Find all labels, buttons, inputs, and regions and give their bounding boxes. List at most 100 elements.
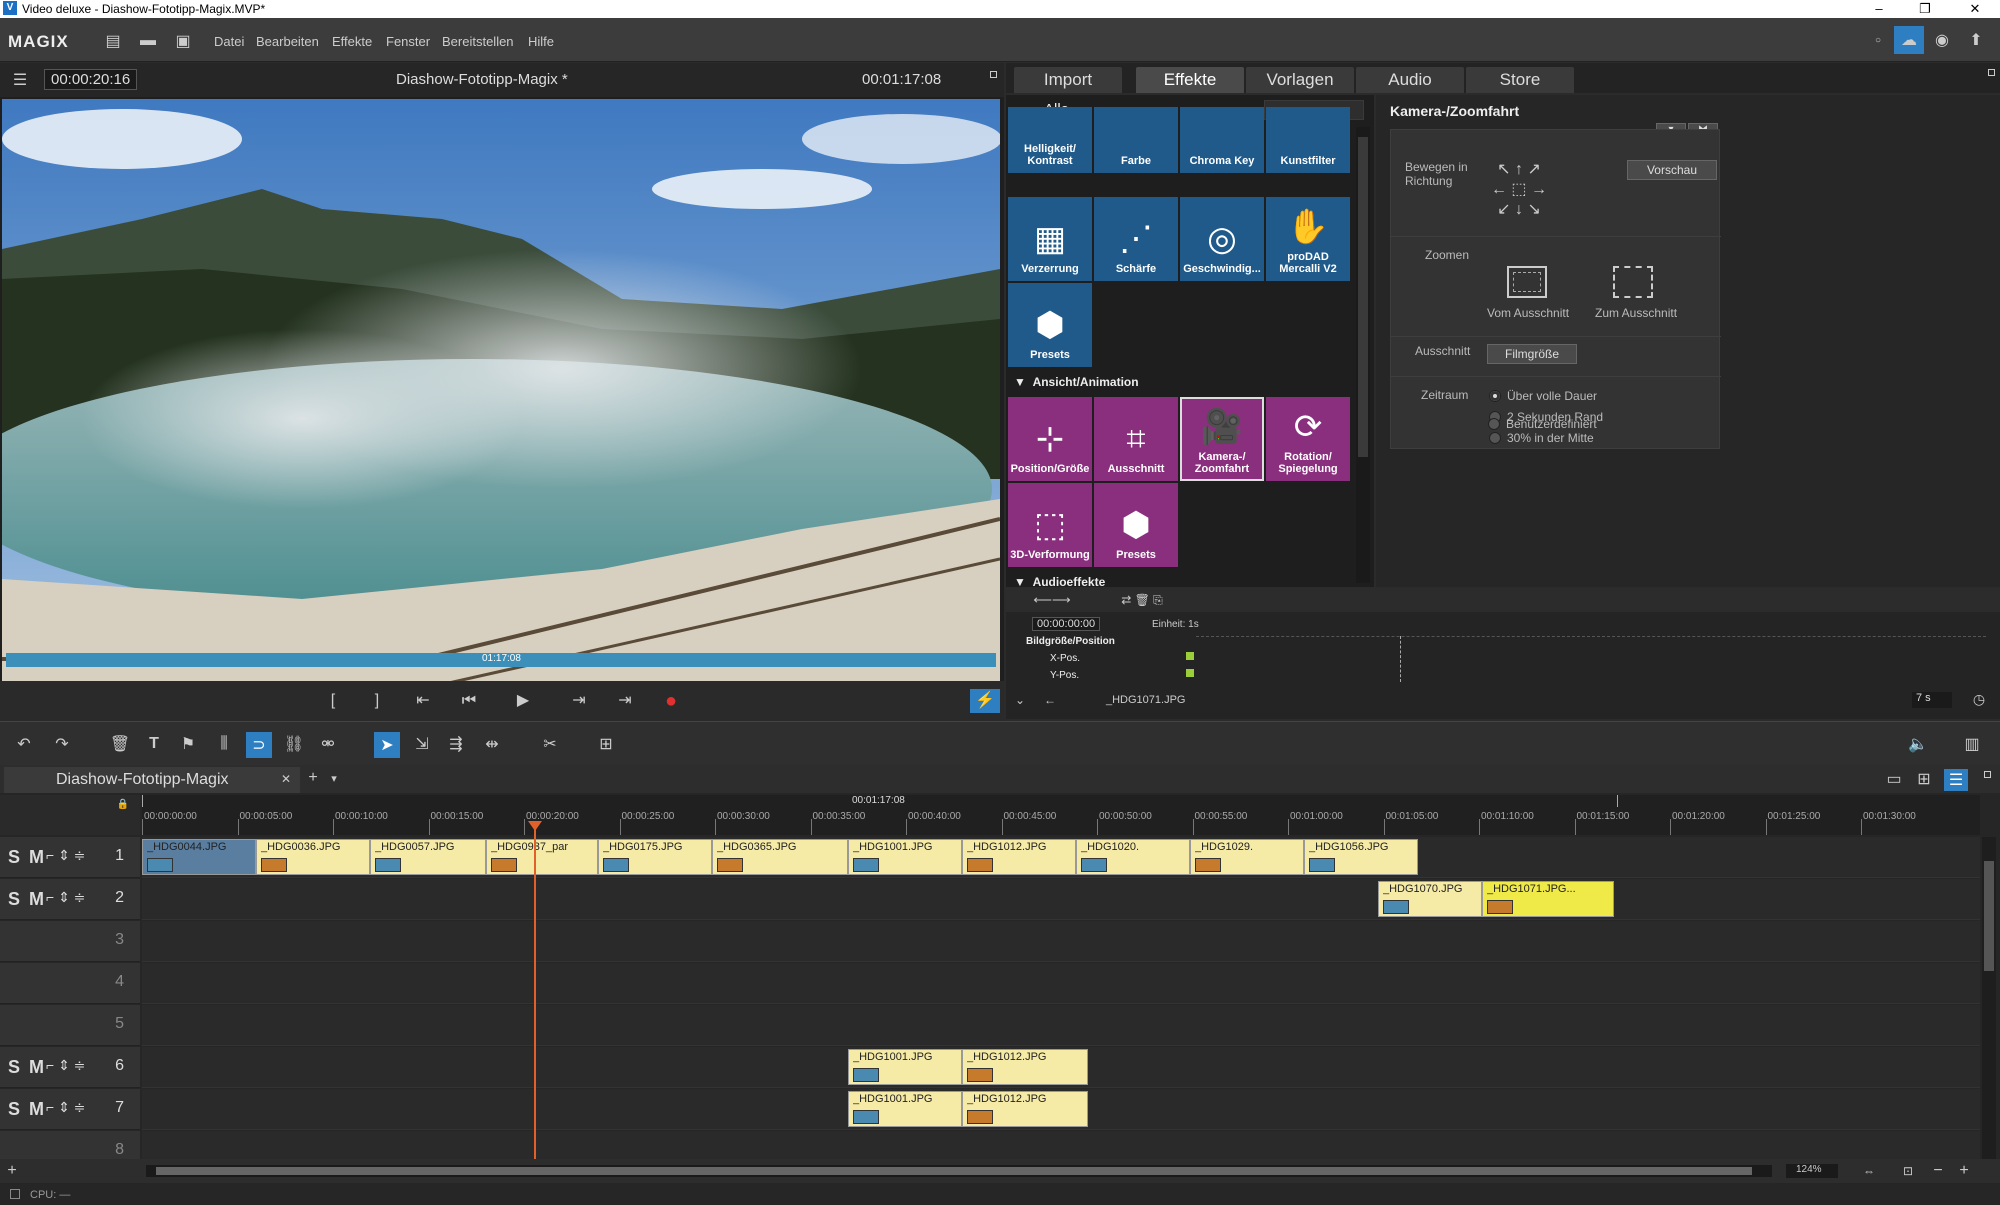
marker-flag-icon[interactable]: ⚑ — [176, 732, 200, 756]
track-header-7[interactable]: S M ⌐ ⇕ ≑ 7 — [0, 1089, 140, 1130]
param-bildgroesse[interactable]: Bildgröße/Position — [1026, 636, 1115, 647]
track-options-icon[interactable]: ⌐ ⇕ ≑ — [46, 1099, 85, 1116]
undo-icon[interactable]: ↶ — [12, 732, 36, 756]
solo-mute-controls[interactable]: S M — [8, 1099, 46, 1120]
playhead-handle[interactable] — [528, 821, 542, 831]
track-header-4[interactable]: 4 — [0, 963, 140, 1004]
close-button[interactable]: ✕ — [1952, 0, 1998, 18]
preview-scrub-bar[interactable]: 01:17:08 — [6, 653, 996, 667]
timeline-clip[interactable]: _HDG1056.JPG — [1304, 839, 1418, 875]
restore-button[interactable]: ❐ — [1902, 0, 1948, 18]
vertical-scrollbar[interactable] — [1982, 837, 1996, 1173]
section-ansicht-animation[interactable]: ▼ Ansicht/Animation — [1014, 375, 1139, 389]
menu-bearbeiten[interactable]: Bearbeiten — [256, 34, 319, 49]
menu-fenster[interactable]: Fenster — [386, 34, 430, 49]
filmgroesse-button[interactable]: Filmgröße — [1487, 344, 1577, 364]
zoom-range-icon[interactable]: ⊡ — [1898, 1163, 1918, 1179]
lightning-icon[interactable]: ⚡ — [970, 689, 1000, 713]
track-header-3[interactable]: 3 — [0, 921, 140, 962]
add-track-icon[interactable]: + — [4, 1162, 20, 1179]
track-header-2[interactable]: S M ⌐ ⇕ ≑ 2 — [0, 879, 140, 920]
track-lane-5[interactable] — [142, 1005, 1980, 1046]
radio-30-percent[interactable] — [1489, 432, 1501, 444]
next-marker-icon[interactable]: ⇥ — [564, 689, 594, 713]
track-lane-2[interactable] — [142, 879, 1980, 920]
multi-select-icon[interactable]: ⇶ — [444, 732, 468, 756]
effect-verzerrung[interactable]: ▦ Verzerrung — [1008, 197, 1092, 281]
save-icon[interactable]: ▣ — [174, 32, 192, 50]
effect-presets[interactable]: ⬢ Presets — [1008, 283, 1092, 367]
single-view-icon[interactable]: ▭ — [1884, 769, 1904, 789]
solo-mute-controls[interactable]: S M — [8, 1057, 46, 1078]
effect-farbe[interactable]: Farbe — [1094, 107, 1178, 173]
track-lane-4[interactable] — [142, 963, 1980, 1004]
tab-effekte[interactable]: Effekte — [1136, 67, 1244, 93]
preview-button[interactable]: Vorschau — [1627, 160, 1717, 180]
undo-redo-arrows-icon[interactable]: ⟵⟶ — [1032, 592, 1072, 608]
keyframe-tools-icon[interactable]: ⇄ 🗑 ⎘ — [1102, 592, 1182, 608]
solo-mute-controls[interactable]: S M — [8, 847, 46, 868]
tab-project[interactable]: Diashow-Fototipp-Magix — [4, 767, 300, 793]
split-icon[interactable]: ⫼ — [212, 732, 236, 756]
delete-icon[interactable]: 🗑 — [108, 732, 132, 756]
track-header-6[interactable]: S M ⌐ ⇕ ≑ 6 — [0, 1047, 140, 1088]
effect-ausschnitt[interactable]: ⌗ Ausschnitt — [1094, 397, 1178, 481]
expand-icon[interactable]: ⌄ — [1012, 692, 1028, 708]
param-y-pos[interactable]: Y-Pos. — [1050, 670, 1079, 681]
effect-position-groesse[interactable]: ⊹ Position/Größe — [1008, 397, 1092, 481]
effect-rotation-spiegelung[interactable]: ⟳ Rotation/ Spiegelung — [1266, 397, 1350, 481]
add-tab-icon[interactable]: + — [304, 769, 322, 787]
timeline-clip[interactable]: _HDG0937_par — [486, 839, 598, 875]
open-folder-icon[interactable]: ▬ — [138, 32, 158, 50]
go-to-start-icon[interactable]: ⇤ — [408, 689, 438, 713]
cloud-icon[interactable]: ☁ — [1894, 26, 1924, 54]
timeline-clip[interactable]: _HDG1012.JPG — [962, 1091, 1088, 1127]
tab-audio[interactable]: Audio — [1356, 67, 1464, 93]
tab-menu-icon[interactable]: ▾ — [326, 770, 342, 786]
upload-icon[interactable]: ⬆ — [1964, 28, 1988, 52]
track-lane-3[interactable] — [142, 921, 1980, 962]
redo-icon[interactable]: ↷ — [50, 732, 74, 756]
timeline-clip[interactable]: _HDG0365.JPG — [712, 839, 848, 875]
zoom-from-icon[interactable] — [1507, 266, 1547, 298]
previous-icon[interactable]: ⏮ — [454, 689, 484, 713]
maximize-preview-icon[interactable] — [990, 71, 997, 78]
menu-effekte[interactable]: Effekte — [332, 34, 372, 49]
effect-geschwindigkeit[interactable]: ◎ Geschwindig... — [1180, 197, 1264, 281]
menu-hilfe[interactable]: Hilfe — [528, 34, 554, 49]
keyframe-duration[interactable]: 7 s — [1912, 692, 1952, 708]
effect-prodad-mercalli[interactable]: ✋ proDAD Mercalli V2 — [1266, 197, 1350, 281]
maximize-timeline-icon[interactable] — [1984, 771, 1991, 778]
zoom-in-icon[interactable]: + — [1956, 1162, 1972, 1179]
effect-helligkeit-kontrast[interactable]: Helligkeit/ Kontrast — [1008, 107, 1092, 173]
timeline-clip[interactable]: _HDG1012.JPG — [962, 1049, 1088, 1085]
magnet-icon[interactable]: ⊃ — [246, 732, 272, 758]
unlink-icon[interactable]: ⚮ — [316, 732, 340, 756]
zoom-out-icon[interactable]: − — [1930, 1162, 1946, 1179]
range-tool-icon[interactable]: ⇲ — [410, 732, 434, 756]
solo-mute-controls[interactable]: S M — [8, 889, 46, 910]
track-header-5[interactable]: 5 — [0, 1005, 140, 1046]
timeline-clip[interactable]: _HDG1070.JPG — [1378, 881, 1482, 917]
menu-bereitstellen[interactable]: Bereitstellen — [442, 34, 514, 49]
effect-animation-presets[interactable]: ⬢ Presets — [1094, 483, 1178, 567]
storyboard-view-icon[interactable]: ⊞ — [1914, 769, 1934, 789]
timeline-clip[interactable]: _HDG0057.JPG — [370, 839, 486, 875]
volume-icon[interactable]: 🔈 — [1906, 732, 1930, 756]
timeline-clip[interactable]: _HDG1001.JPG — [848, 1091, 962, 1127]
horizontal-scrollbar[interactable] — [146, 1165, 1772, 1177]
text-icon[interactable]: T — [142, 732, 166, 756]
timeline-clip[interactable]: _HDG1071.JPG... — [1482, 881, 1614, 917]
menu-datei[interactable]: Datei — [214, 34, 244, 49]
playhead[interactable] — [534, 825, 536, 1177]
radio-full-duration[interactable] — [1489, 390, 1501, 402]
go-to-end-icon[interactable]: ⇥ — [610, 689, 640, 713]
tab-vorlagen[interactable]: Vorlagen — [1246, 67, 1354, 93]
scissors-icon[interactable]: ✂ — [538, 732, 562, 756]
direction-arrows-icon[interactable]: ↖ ↑ ↗ ← ⬚ → ↙ ↓ ↘ — [1487, 160, 1551, 220]
tab-import[interactable]: Import — [1014, 67, 1122, 93]
timeline-clip[interactable]: _HDG1001.JPG — [848, 1049, 962, 1085]
effect-kunstfilter[interactable]: Kunstfilter — [1266, 107, 1350, 173]
minimize-button[interactable]: – — [1856, 0, 1902, 18]
zoom-to-icon[interactable] — [1613, 266, 1653, 298]
